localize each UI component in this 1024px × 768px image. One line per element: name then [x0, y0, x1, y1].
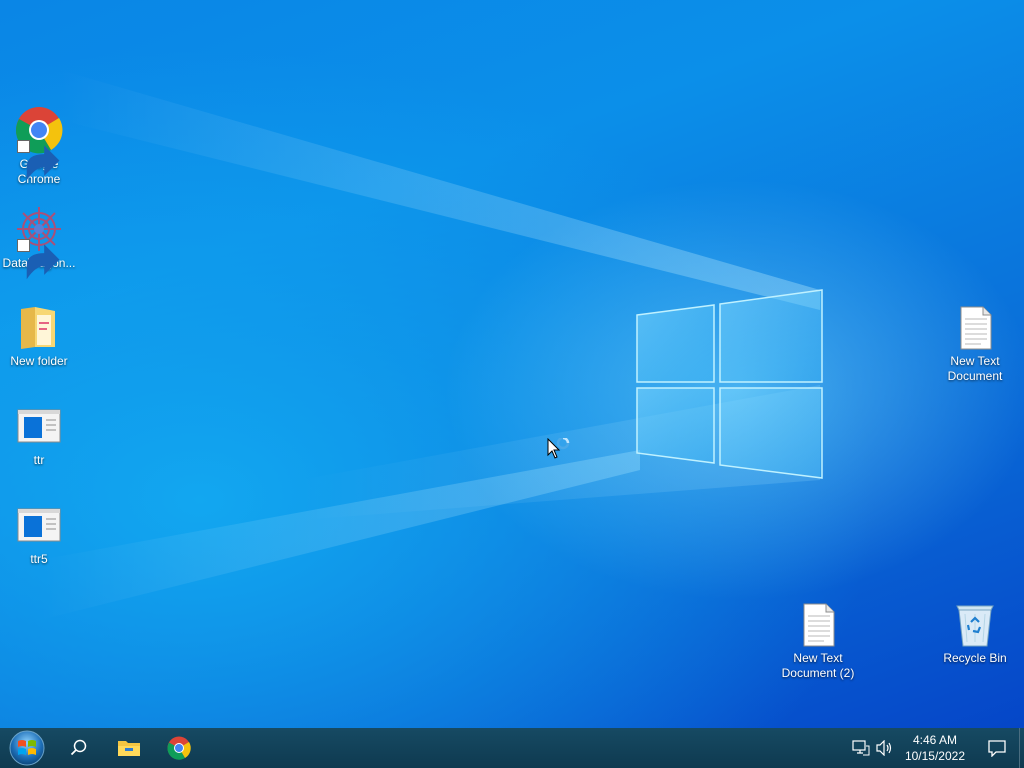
chrome-icon	[167, 736, 191, 760]
desktop-icon-recycle-bin[interactable]: Recycle Bin	[936, 600, 1014, 666]
shortcut-arrow-icon	[17, 239, 60, 280]
icon-label: New Text	[950, 354, 1000, 368]
icon-label: ttr	[33, 453, 45, 467]
icon-label: Document (2)	[781, 666, 855, 680]
search-icon	[70, 739, 87, 756]
desktop-icon-new-text-document[interactable]: New Text Document	[936, 303, 1014, 384]
icon-label: New Text	[793, 651, 843, 665]
desktop-icon-ttr[interactable]: ttr	[0, 402, 78, 468]
desktop-icon-datawagon[interactable]: DataWagon...	[0, 205, 78, 280]
recycle-bin-icon	[956, 605, 994, 647]
start-button[interactable]	[0, 728, 54, 768]
icon-label: Document	[947, 369, 1003, 383]
volume-icon	[876, 740, 892, 756]
desktop-icon-ttr5[interactable]: ttr5	[0, 501, 78, 567]
app-window-icon	[17, 409, 61, 443]
icon-label: ttr5	[30, 552, 48, 566]
desktop-icon-new-text-document-2[interactable]: New Text Document (2)	[779, 600, 857, 681]
clock-date: 10/15/2022	[904, 749, 965, 763]
desktop[interactable]: Google Chrome DataWagon...	[0, 0, 1024, 728]
action-center-icon	[988, 740, 1006, 757]
chrome-taskbar-button[interactable]	[154, 728, 204, 768]
text-file-icon	[960, 306, 992, 350]
clock-time: 4:46 AM	[912, 733, 957, 747]
shortcut-arrow-icon	[17, 140, 60, 181]
file-explorer-icon	[118, 741, 140, 756]
windows-start-orb-icon	[9, 730, 45, 766]
icon-label: New folder	[10, 354, 68, 368]
volume-button[interactable]	[873, 728, 897, 768]
file-explorer-button[interactable]	[104, 728, 154, 768]
desktop-icon-google-chrome[interactable]: Google Chrome	[0, 106, 78, 187]
action-center-button[interactable]	[975, 728, 1019, 768]
show-desktop-button[interactable]	[1019, 728, 1024, 768]
text-file-icon	[803, 603, 835, 647]
folder-icon	[21, 307, 55, 349]
icon-label: Recycle Bin	[943, 651, 1007, 665]
windows-logo-wallpaper	[636, 289, 823, 479]
app-window-icon	[17, 508, 61, 542]
taskbar: 4:46 AM 10/15/2022	[0, 728, 1024, 768]
network-icon	[852, 740, 870, 756]
system-tray: 4:46 AM 10/15/2022	[849, 728, 1024, 768]
busy-cursor-icon	[547, 438, 570, 459]
search-button[interactable]	[54, 728, 104, 768]
desktop-icon-new-folder[interactable]: New folder	[0, 303, 78, 369]
taskbar-clock[interactable]: 4:46 AM 10/15/2022	[897, 732, 975, 764]
network-button[interactable]	[849, 728, 873, 768]
